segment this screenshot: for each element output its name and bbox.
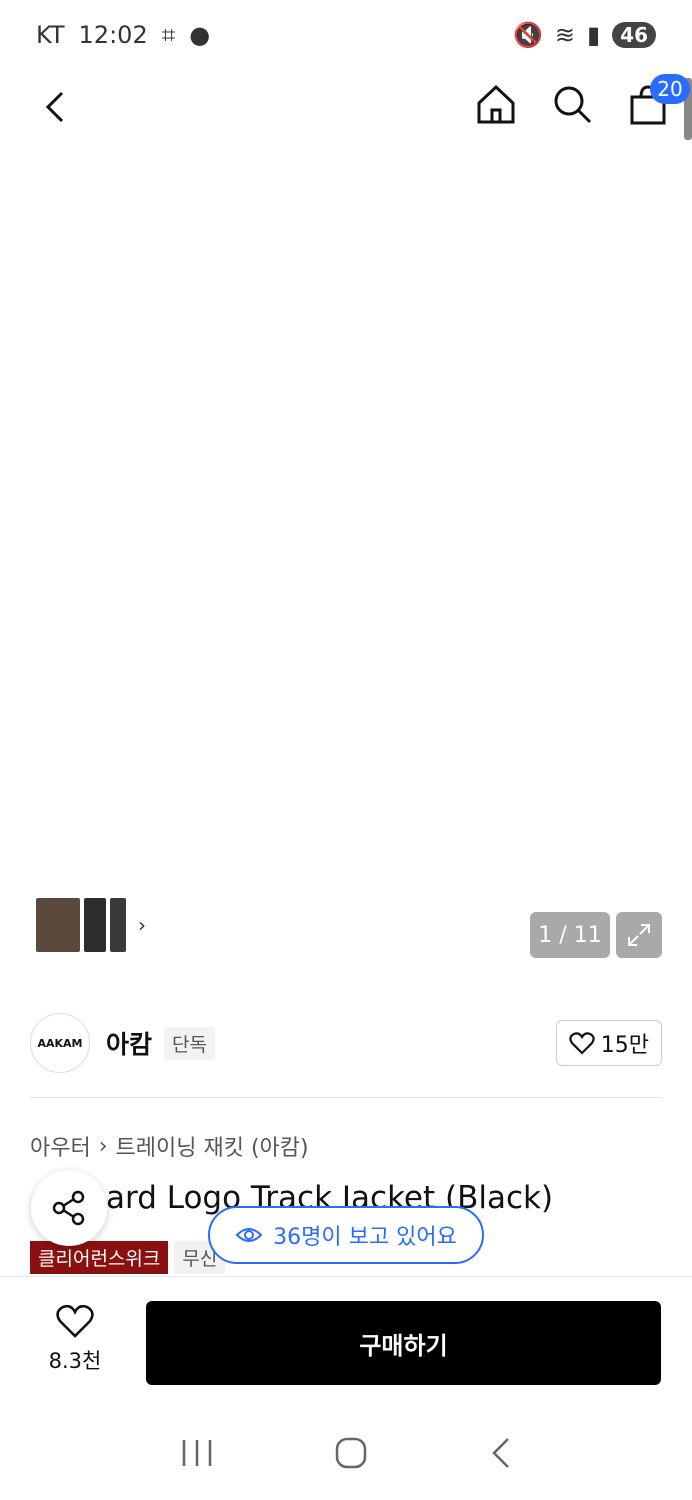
top-nav: 20 — [0, 70, 692, 150]
exclusive-badge: 단독 — [164, 1026, 215, 1060]
brand-like-button[interactable]: 15만 — [555, 1020, 662, 1066]
search-icon — [554, 86, 592, 124]
back-button[interactable] — [30, 82, 80, 132]
viewers-text: 36명이 보고 있어요 — [273, 1225, 457, 1250]
breadcrumb-subcategory[interactable]: 트레이닝 재킷 (아캄) — [116, 1130, 309, 1162]
breadcrumb-category[interactable]: 아우터 — [30, 1130, 91, 1162]
viewers-indicator: 36명이 보고 있어요 — [208, 1206, 484, 1264]
back-nav-icon[interactable] — [488, 1436, 512, 1470]
thumbnail-3[interactable] — [110, 898, 126, 952]
search-button[interactable] — [548, 80, 596, 128]
home-button[interactable] — [472, 80, 520, 128]
signal-icon: ▮ — [586, 21, 601, 49]
brand-row: AAKAM 아캄 단독 15만 — [30, 1012, 662, 1074]
cart-count-badge: 20 — [650, 74, 690, 104]
wishlist-count: 8.3천 — [48, 1349, 102, 1373]
divider — [30, 1097, 662, 1098]
buy-button[interactable]: 구매하기 — [146, 1301, 661, 1385]
thumbnail-2[interactable] — [84, 898, 106, 952]
status-bar: KT 12:02 ⌗ ● 🔇 ≋ ▮ 46 — [0, 0, 692, 70]
share-icon — [52, 1190, 85, 1226]
recent-apps-icon[interactable] — [180, 1438, 214, 1468]
share-button[interactable] — [31, 1170, 107, 1246]
thumbnail-strip[interactable]: › — [30, 892, 158, 958]
chevron-right-icon: › — [98, 1133, 108, 1159]
battery-indicator: 46 — [612, 22, 656, 48]
fullscreen-button[interactable] — [616, 912, 662, 958]
product-tags: 클리어런스위크 무신 — [30, 1241, 226, 1274]
eye-icon — [235, 1228, 263, 1242]
cart-button[interactable]: 20 — [624, 74, 690, 128]
home-icon — [477, 84, 515, 124]
heart-icon — [569, 1032, 595, 1055]
chevron-right-icon: › — [138, 913, 146, 937]
brand-name[interactable]: 아캄 — [106, 1025, 152, 1061]
thumbnail-1[interactable] — [36, 898, 80, 952]
brand-logo[interactable]: AAKAM — [30, 1013, 90, 1073]
bottom-action-bar: 8.3천 구매하기 — [0, 1276, 692, 1406]
system-nav-bar — [0, 1406, 692, 1500]
time: 12:02 — [78, 21, 148, 49]
mute-icon: 🔇 — [512, 21, 543, 49]
image-counter: 1 / 11 — [530, 912, 610, 958]
carrier: KT — [36, 21, 65, 49]
home-nav-icon[interactable] — [334, 1436, 368, 1470]
breadcrumb: 아우터 › 트레이닝 재킷 (아캄) — [30, 1130, 309, 1162]
clearance-tag: 클리어런스위크 — [30, 1241, 169, 1274]
chevron-left-icon — [45, 91, 64, 123]
wifi-icon: ≋ — [554, 21, 575, 49]
wishlist-button[interactable]: 8.3천 — [30, 1303, 120, 1375]
product-image[interactable] — [0, 70, 692, 988]
heart-icon — [56, 1304, 94, 1338]
screenshot-icon: ⌗ — [161, 21, 176, 49]
brand-like-count: 15만 — [600, 1033, 649, 1058]
expand-icon — [628, 924, 650, 946]
model-photo — [194, 280, 470, 988]
chat-icon: ● — [189, 21, 211, 49]
